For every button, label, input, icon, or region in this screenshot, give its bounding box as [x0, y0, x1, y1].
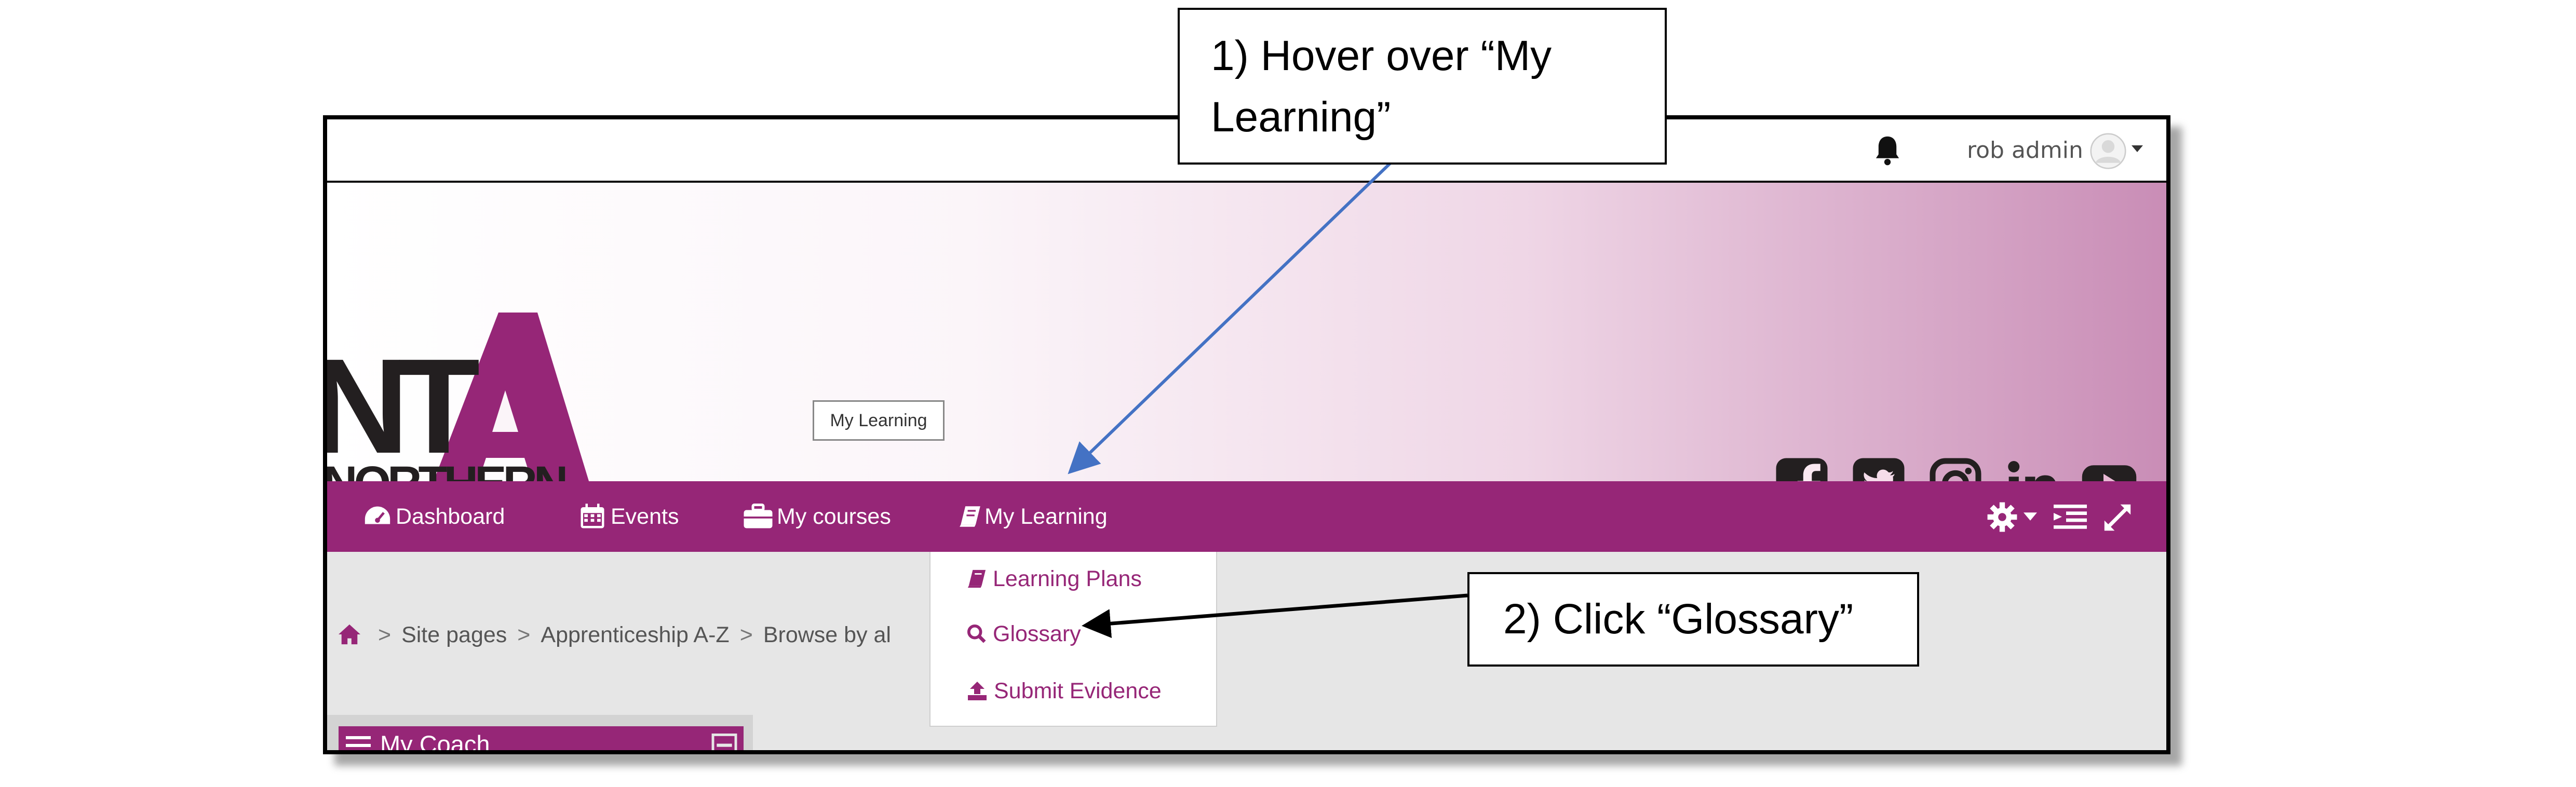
book-icon	[960, 506, 980, 527]
briefcase-icon	[744, 504, 773, 528]
caret-down-icon[interactable]	[2024, 512, 2037, 521]
breadcrumb: > Site pages > Apprenticeship A-Z > Browse by…	[338, 619, 935, 650]
my-learning-dropdown: Learning Plans Glossary Submit Evidence	[929, 552, 1217, 727]
dropdown-item-glossary[interactable]: Glossary	[967, 618, 1081, 649]
home-icon[interactable]	[338, 623, 361, 645]
menu-icon	[346, 736, 371, 747]
breadcrumb-separator: >	[377, 622, 392, 647]
expand-icon[interactable]	[2103, 503, 2132, 532]
breadcrumb-separator: >	[739, 622, 753, 647]
dropdown-label: Glossary	[993, 621, 1081, 646]
step-1-callout: 1) Hover over “My Learning”	[1178, 8, 1667, 165]
site-banner: NT NORTHERN TRAINING ACADEMY	[327, 183, 2166, 546]
my-coach-block: My Coach	[327, 715, 753, 754]
dropdown-label: Learning Plans	[993, 566, 1142, 591]
breadcrumb-browse[interactable]: Browse by al	[763, 622, 891, 647]
nav-item-my-courses[interactable]: My courses	[743, 481, 891, 552]
nav-label: My Learning	[984, 504, 1108, 529]
nav-label: Events	[611, 504, 679, 529]
upload-icon	[968, 682, 987, 700]
collapse-icon[interactable]	[711, 734, 737, 754]
block-title: My Coach	[380, 730, 490, 754]
search-icon	[967, 624, 986, 643]
my-coach-header[interactable]: My Coach	[339, 726, 744, 754]
nav-label: Dashboard	[396, 504, 505, 529]
indent-icon[interactable]	[2054, 504, 2087, 530]
bell-icon[interactable]	[1872, 134, 1903, 167]
book-icon	[967, 569, 986, 588]
my-learning-tooltip: My Learning	[813, 400, 945, 441]
user-menu-caret-icon[interactable]	[2132, 145, 2143, 152]
breadcrumb-site-pages[interactable]: Site pages	[401, 622, 507, 647]
dropdown-item-learning-plans[interactable]: Learning Plans	[967, 563, 1142, 594]
step-2-callout: 2) Click “Glossary”	[1467, 572, 1919, 667]
dropdown-label: Submit Evidence	[994, 678, 1162, 703]
nav-item-dashboard[interactable]: Dashboard	[362, 481, 505, 552]
gear-icon[interactable]	[1986, 501, 2018, 533]
user-name[interactable]: rob admin	[1967, 134, 2083, 167]
breadcrumb-separator: >	[517, 622, 531, 647]
calendar-icon	[581, 504, 604, 528]
nav-item-my-learning[interactable]: My Learning	[959, 481, 1108, 552]
nav-label: My courses	[777, 504, 891, 529]
nav-item-events[interactable]: Events	[577, 481, 679, 552]
dropdown-item-submit-evidence[interactable]: Submit Evidence	[967, 675, 1162, 707]
avatar-icon[interactable]	[2090, 133, 2126, 169]
dashboard-icon	[365, 506, 390, 524]
breadcrumb-apprenticeship[interactable]: Apprenticeship A-Z	[541, 622, 729, 647]
main-nav: Dashboard Events My courses My Learning	[327, 481, 2166, 552]
